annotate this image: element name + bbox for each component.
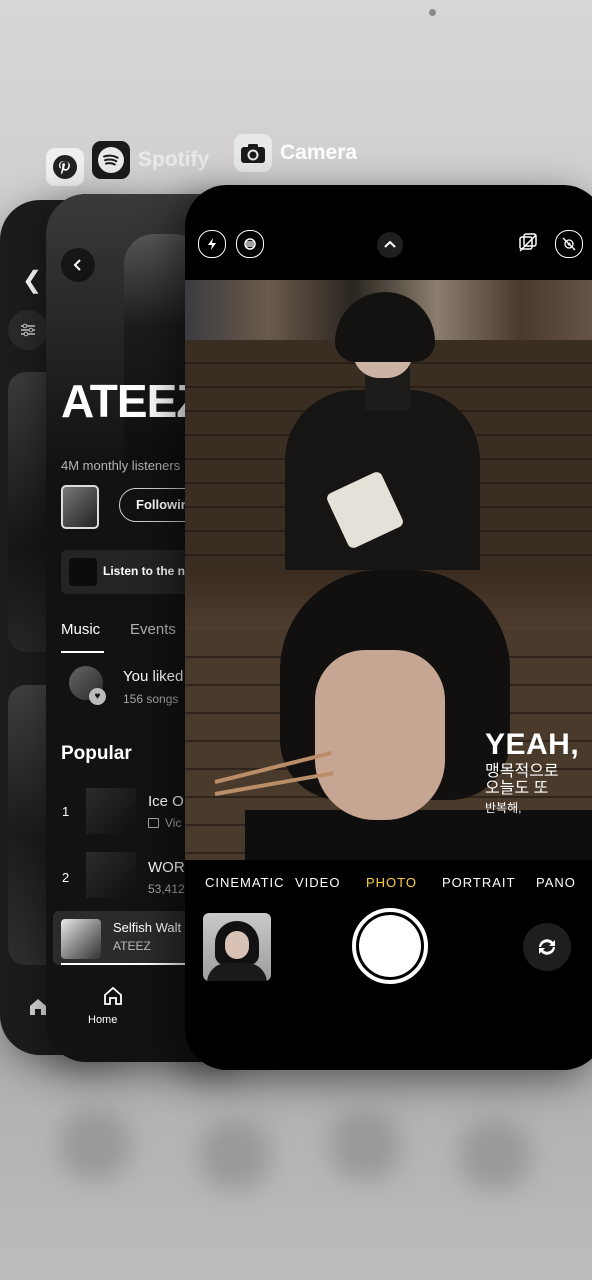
back-button[interactable] xyxy=(61,248,95,282)
camera-icon xyxy=(234,134,272,172)
track-number: 1 xyxy=(62,804,70,819)
heart-icon: ♥ xyxy=(89,688,106,705)
status-indicator-dot xyxy=(429,9,436,16)
track-sub-text: Vic xyxy=(165,816,182,830)
track-title[interactable]: WOR xyxy=(148,859,185,876)
track-number: 2 xyxy=(62,870,70,885)
tab-underline xyxy=(61,651,104,653)
track-art[interactable] xyxy=(86,788,136,834)
camera-viewfinder[interactable]: YEAH, 맹목적으로 오늘도 또 반복해, xyxy=(185,280,592,860)
listen-label: Listen to the n xyxy=(103,564,185,578)
mode-portrait[interactable]: PORTRAIT xyxy=(442,875,516,890)
viewfinder-photo-bottom: YEAH, 맹목적으로 오늘도 또 반복해, xyxy=(185,570,592,860)
viewfinder-photo-top xyxy=(185,280,592,570)
home-icon[interactable] xyxy=(96,984,130,1013)
mode-pano[interactable]: PANO xyxy=(536,875,576,890)
switch-camera-icon[interactable] xyxy=(523,923,571,971)
track-title[interactable]: Ice O xyxy=(148,793,184,810)
pinterest-app-label[interactable] xyxy=(46,148,84,186)
filter-icon xyxy=(8,310,48,350)
track-art[interactable] xyxy=(86,852,136,898)
live-photo-icon[interactable] xyxy=(236,230,264,258)
tab-music[interactable]: Music xyxy=(61,621,100,638)
video-icon xyxy=(148,818,159,828)
liked-title[interactable]: You liked xyxy=(123,668,183,685)
spotify-app-label[interactable]: Spotify xyxy=(92,141,209,179)
now-playing-title: Selfish Walt xyxy=(113,920,182,935)
spotify-icon xyxy=(92,141,130,179)
camera-mode-selector[interactable]: CINEMATIC VIDEO PHOTO PORTRAIT PANO xyxy=(185,875,592,895)
banner-art xyxy=(69,558,97,586)
liked-subtitle: 156 songs xyxy=(123,692,179,706)
overlay-line-2: 오늘도 또 xyxy=(485,780,549,797)
artist-thumbnail[interactable] xyxy=(61,485,99,529)
blurred-home-screen xyxy=(0,1080,592,1280)
shutter-button[interactable] xyxy=(352,908,428,984)
overlay-line-1: 맹목적으로 xyxy=(485,763,559,780)
chevron-up-icon[interactable] xyxy=(377,232,403,263)
last-photo-thumbnail[interactable] xyxy=(203,913,271,981)
overlay-headline: YEAH, xyxy=(485,728,580,761)
back-chevron-icon: ❮ xyxy=(22,267,43,294)
camera-app-name: Camera xyxy=(280,141,358,164)
camera-app-card[interactable]: YEAH, 맹목적으로 오늘도 또 반복해, CINEMATIC VIDEO PH… xyxy=(185,185,592,1070)
pinterest-icon xyxy=(46,148,84,186)
flash-icon[interactable] xyxy=(198,230,226,258)
mode-video[interactable]: VIDEO xyxy=(295,875,340,890)
live-off-icon[interactable] xyxy=(555,230,583,258)
mode-cinematic[interactable]: CINEMATIC xyxy=(205,875,285,890)
track-subtitle: 53,412 xyxy=(148,882,185,896)
raw-format-icon[interactable] xyxy=(515,230,541,256)
overlay-line-3: 반복해, xyxy=(485,801,522,815)
spotify-app-name: Spotify xyxy=(138,148,210,171)
overlay-line: 맹목적으로 오늘도 또 xyxy=(485,763,559,797)
tab-events[interactable]: Events xyxy=(130,621,176,638)
track-subtitle: Vic xyxy=(148,816,181,830)
mini-player-art xyxy=(61,919,101,959)
mode-photo[interactable]: PHOTO xyxy=(366,875,417,890)
popular-heading: Popular xyxy=(61,743,132,764)
monthly-listeners: 4M monthly listeners xyxy=(61,458,181,473)
camera-app-label[interactable]: Camera xyxy=(234,134,357,172)
home-tab-label[interactable]: Home xyxy=(88,1014,117,1026)
now-playing-artist: ATEEZ xyxy=(113,939,151,953)
artist-name: ATEEZ xyxy=(61,375,204,427)
